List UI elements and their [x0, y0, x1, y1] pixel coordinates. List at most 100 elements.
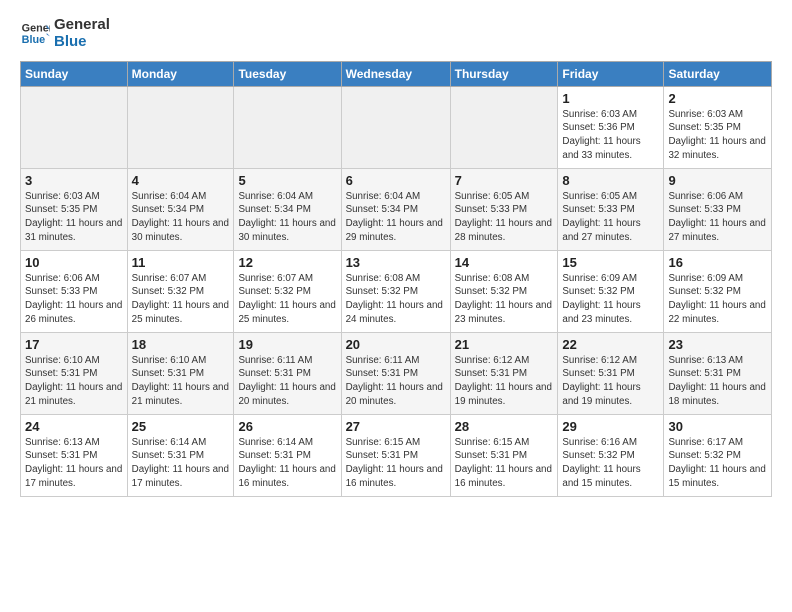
- day-info: Sunrise: 6:16 AMSunset: 5:32 PMDaylight:…: [562, 436, 659, 491]
- day-number: 30: [668, 419, 767, 434]
- day-cell: [341, 86, 450, 168]
- day-number: 15: [562, 255, 659, 270]
- day-cell: 30Sunrise: 6:17 AMSunset: 5:32 PMDayligh…: [664, 414, 772, 496]
- day-cell: 21Sunrise: 6:12 AMSunset: 5:31 PMDayligh…: [450, 332, 558, 414]
- logo: General Blue General Blue: [20, 16, 110, 51]
- day-info: Sunrise: 6:07 AMSunset: 5:32 PMDaylight:…: [132, 272, 230, 327]
- day-cell: [450, 86, 558, 168]
- calendar-header: SundayMondayTuesdayWednesdayThursdayFrid…: [21, 61, 772, 86]
- day-cell: 18 Sunrise: 6:10 AMSunset: 5:31 PMDayligh…: [127, 332, 234, 414]
- day-info: Sunrise: 6:13 AMSunset: 5:31 PMDaylight:…: [668, 354, 767, 409]
- week-row-2: 10 Sunrise: 6:06 AMSunset: 5:33 PMDayligh…: [21, 250, 772, 332]
- day-number: 3: [25, 173, 123, 188]
- day-cell: [234, 86, 341, 168]
- day-cell: 26Sunrise: 6:14 AMSunset: 5:31 PMDayligh…: [234, 414, 341, 496]
- day-info: Sunrise: 6:09 AMSunset: 5:32 PMDaylight:…: [562, 272, 659, 327]
- day-number: 21: [455, 337, 554, 352]
- day-cell: 23 Sunrise: 6:13 AMSunset: 5:31 PMDayligh…: [664, 332, 772, 414]
- svg-text:Blue: Blue: [22, 34, 45, 46]
- day-number: 23: [668, 337, 767, 352]
- day-number: 20: [346, 337, 446, 352]
- svg-text:General: General: [22, 23, 50, 35]
- day-number: 16: [668, 255, 767, 270]
- logo-blue: Blue: [54, 33, 110, 50]
- day-number: 7: [455, 173, 554, 188]
- day-info: Sunrise: 6:08 AMSunset: 5:32 PMDaylight:…: [455, 272, 554, 327]
- day-info: Sunrise: 6:11 AMSunset: 5:31 PMDaylight:…: [238, 354, 336, 409]
- weekday-saturday: Saturday: [664, 61, 772, 86]
- day-number: 4: [132, 173, 230, 188]
- day-cell: 12 Sunrise: 6:07 AMSunset: 5:32 PMDayligh…: [234, 250, 341, 332]
- day-info: Sunrise: 6:04 AMSunset: 5:34 PMDaylight:…: [346, 190, 446, 245]
- day-cell: 27Sunrise: 6:15 AMSunset: 5:31 PMDayligh…: [341, 414, 450, 496]
- day-cell: 17 Sunrise: 6:10 AMSunset: 5:31 PMDayligh…: [21, 332, 128, 414]
- day-number: 6: [346, 173, 446, 188]
- day-cell: 14 Sunrise: 6:08 AMSunset: 5:32 PMDayligh…: [450, 250, 558, 332]
- logo-general: General: [54, 16, 110, 33]
- day-number: 9: [668, 173, 767, 188]
- day-number: 24: [25, 419, 123, 434]
- week-row-3: 17 Sunrise: 6:10 AMSunset: 5:31 PMDayligh…: [21, 332, 772, 414]
- week-row-4: 24Sunrise: 6:13 AMSunset: 5:31 PMDayligh…: [21, 414, 772, 496]
- calendar: SundayMondayTuesdayWednesdayThursdayFrid…: [20, 61, 772, 497]
- calendar-body: 1 Sunrise: 6:03 AMSunset: 5:36 PMDaylight…: [21, 86, 772, 496]
- day-info: Sunrise: 6:14 AMSunset: 5:31 PMDaylight:…: [238, 436, 336, 491]
- day-number: 10: [25, 255, 123, 270]
- day-number: 1: [562, 91, 659, 106]
- day-info: Sunrise: 6:06 AMSunset: 5:33 PMDaylight:…: [25, 272, 123, 327]
- day-info: Sunrise: 6:03 AMSunset: 5:35 PMDaylight:…: [25, 190, 123, 245]
- day-number: 28: [455, 419, 554, 434]
- day-cell: 24Sunrise: 6:13 AMSunset: 5:31 PMDayligh…: [21, 414, 128, 496]
- day-number: 17: [25, 337, 123, 352]
- day-cell: 1 Sunrise: 6:03 AMSunset: 5:36 PMDaylight…: [558, 86, 664, 168]
- day-info: Sunrise: 6:14 AMSunset: 5:31 PMDaylight:…: [132, 436, 230, 491]
- day-cell: 7 Sunrise: 6:05 AMSunset: 5:33 PMDaylight…: [450, 168, 558, 250]
- day-info: Sunrise: 6:10 AMSunset: 5:31 PMDaylight:…: [25, 354, 123, 409]
- day-cell: 25 Sunrise: 6:14 AMSunset: 5:31 PMDayligh…: [127, 414, 234, 496]
- day-cell: 29 Sunrise: 6:16 AMSunset: 5:32 PMDayligh…: [558, 414, 664, 496]
- day-number: 2: [668, 91, 767, 106]
- day-info: Sunrise: 6:07 AMSunset: 5:32 PMDaylight:…: [238, 272, 336, 327]
- day-cell: 19 Sunrise: 6:11 AMSunset: 5:31 PMDayligh…: [234, 332, 341, 414]
- day-info: Sunrise: 6:03 AMSunset: 5:35 PMDaylight:…: [668, 108, 767, 163]
- day-cell: 2 Sunrise: 6:03 AMSunset: 5:35 PMDaylight…: [664, 86, 772, 168]
- day-cell: [127, 86, 234, 168]
- day-number: 18: [132, 337, 230, 352]
- day-info: Sunrise: 6:12 AMSunset: 5:31 PMDaylight:…: [562, 354, 659, 409]
- week-row-0: 1 Sunrise: 6:03 AMSunset: 5:36 PMDaylight…: [21, 86, 772, 168]
- weekday-sunday: Sunday: [21, 61, 128, 86]
- day-info: Sunrise: 6:03 AMSunset: 5:36 PMDaylight:…: [562, 108, 659, 163]
- day-info: Sunrise: 6:06 AMSunset: 5:33 PMDaylight:…: [668, 190, 767, 245]
- day-number: 5: [238, 173, 336, 188]
- weekday-thursday: Thursday: [450, 61, 558, 86]
- day-number: 14: [455, 255, 554, 270]
- day-info: Sunrise: 6:04 AMSunset: 5:34 PMDaylight:…: [132, 190, 230, 245]
- day-number: 25: [132, 419, 230, 434]
- week-row-1: 3 Sunrise: 6:03 AMSunset: 5:35 PMDaylight…: [21, 168, 772, 250]
- day-info: Sunrise: 6:09 AMSunset: 5:32 PMDaylight:…: [668, 272, 767, 327]
- day-number: 29: [562, 419, 659, 434]
- day-cell: 20 Sunrise: 6:11 AMSunset: 5:31 PMDayligh…: [341, 332, 450, 414]
- day-cell: 8 Sunrise: 6:05 AMSunset: 5:33 PMDaylight…: [558, 168, 664, 250]
- day-number: 11: [132, 255, 230, 270]
- day-info: Sunrise: 6:11 AMSunset: 5:31 PMDaylight:…: [346, 354, 446, 409]
- day-info: Sunrise: 6:10 AMSunset: 5:31 PMDaylight:…: [132, 354, 230, 409]
- day-cell: 15 Sunrise: 6:09 AMSunset: 5:32 PMDayligh…: [558, 250, 664, 332]
- day-cell: [21, 86, 128, 168]
- day-info: Sunrise: 6:15 AMSunset: 5:31 PMDaylight:…: [455, 436, 554, 491]
- day-number: 22: [562, 337, 659, 352]
- day-cell: 11 Sunrise: 6:07 AMSunset: 5:32 PMDayligh…: [127, 250, 234, 332]
- day-info: Sunrise: 6:05 AMSunset: 5:33 PMDaylight:…: [455, 190, 554, 245]
- day-number: 8: [562, 173, 659, 188]
- day-info: Sunrise: 6:05 AMSunset: 5:33 PMDaylight:…: [562, 190, 659, 245]
- weekday-friday: Friday: [558, 61, 664, 86]
- day-number: 12: [238, 255, 336, 270]
- day-number: 27: [346, 419, 446, 434]
- day-cell: 3 Sunrise: 6:03 AMSunset: 5:35 PMDaylight…: [21, 168, 128, 250]
- logo-icon: General Blue: [20, 18, 50, 48]
- weekday-wednesday: Wednesday: [341, 61, 450, 86]
- header: General Blue General Blue: [20, 16, 772, 51]
- day-cell: 5Sunrise: 6:04 AMSunset: 5:34 PMDaylight…: [234, 168, 341, 250]
- day-info: Sunrise: 6:08 AMSunset: 5:32 PMDaylight:…: [346, 272, 446, 327]
- day-number: 19: [238, 337, 336, 352]
